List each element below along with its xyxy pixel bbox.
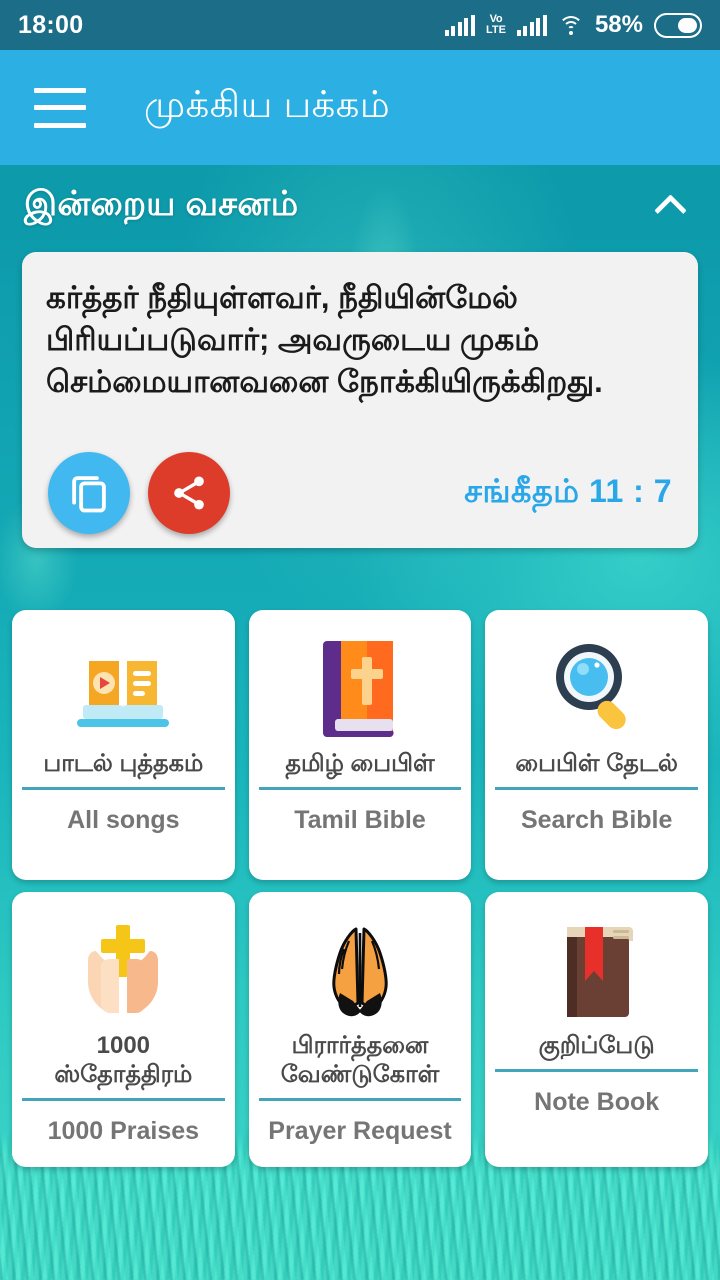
tile-label-english: Prayer Request: [268, 1116, 452, 1145]
tile-label-tamil: 1000 ஸ்தோத்திரம்: [54, 1032, 193, 1088]
app-bar: முக்கிய பக்கம்: [0, 50, 720, 165]
tile-label-english: All songs: [67, 805, 180, 834]
tile-tamil-bible[interactable]: தமிழ் பைபிள் Tamil Bible: [248, 610, 472, 880]
copy-button[interactable]: [48, 452, 130, 534]
share-icon: [174, 476, 204, 510]
tile-label-tamil: பைபிள் தேடல்: [515, 750, 678, 777]
verse-of-the-day-card: கர்த்தர் நீதியுள்ளவர், நீதியின்மேல் பிரி…: [22, 252, 698, 548]
copy-icon: [72, 476, 106, 513]
battery-icon: [654, 12, 702, 38]
volte-icon: Vo LTE: [486, 14, 506, 36]
tile-divider: [495, 786, 698, 790]
verse-text: கர்த்தர் நீதியுள்ளவர், நீதியின்மேல் பிரி…: [46, 280, 603, 400]
tile-label-english: Note Book: [534, 1087, 660, 1116]
tile-label-english: 1000 Praises: [47, 1116, 200, 1145]
notebook-bookmark-icon: [551, 912, 643, 1030]
status-clock: 18:00: [18, 10, 84, 39]
hands-holding-cross-icon: [68, 912, 178, 1030]
status-icons: Vo LTE 58%: [444, 11, 702, 39]
verse-section-title: இன்றைய வசனம்: [24, 184, 299, 223]
tile-divider: [22, 786, 225, 790]
tile-note-book[interactable]: குறிப்பேடு Note Book: [485, 892, 708, 1167]
tile-label-english: Search Bible: [520, 805, 673, 834]
tile-search-bible[interactable]: பைபிள் தேடல் Search Bible: [485, 610, 708, 880]
songbook-laptop-icon: [67, 630, 179, 748]
verse-reference: சங்கீதம் 11 : 7: [464, 472, 672, 509]
page-title: முக்கிய பக்கம்: [144, 84, 391, 125]
tile-divider: [258, 1097, 462, 1101]
tile-divider: [22, 1097, 225, 1101]
feature-grid: பாடல் புத்தகம் All songs தமிழ் பைபிள் Ta…: [12, 610, 708, 1167]
wifi-icon: [558, 15, 584, 35]
tile-label-tamil: பாடல் புத்தகம்: [43, 750, 204, 777]
tile-divider: [495, 1068, 698, 1072]
tile-label-tamil: தமிழ் பைபிள்: [285, 750, 435, 777]
hamburger-menu-icon[interactable]: [34, 87, 86, 128]
tile-prayer-request[interactable]: பிரார்த்தனை வேண்டுகோள் Prayer Request: [248, 892, 472, 1167]
verse-actions-row: சங்கீதம் 11 : 7: [22, 438, 698, 548]
tile-label-english: Tamil Bible: [294, 805, 426, 834]
signal-bars-sim1-icon: [444, 14, 475, 36]
chevron-up-icon[interactable]: [644, 180, 696, 232]
tile-1000-praises[interactable]: 1000 ஸ்தோத்திரம் 1000 Praises: [12, 892, 235, 1167]
tile-label-tamil: குறிப்பேடு: [538, 1032, 655, 1059]
tile-all-songs[interactable]: பாடல் புத்தகம் All songs: [12, 610, 235, 880]
signal-bars-sim2-icon: [516, 14, 547, 36]
app-screen: 18:00 Vo LTE 58% முக்கிய பக்கம் இன்றைய வ…: [0, 0, 720, 1280]
verse-section-header: இன்றைய வசனம்: [0, 175, 720, 237]
magnifier-search-icon: [545, 630, 649, 748]
tile-divider: [258, 786, 462, 790]
volte-label-bottom: LTE: [485, 24, 506, 36]
bible-book-cross-icon: [315, 630, 405, 748]
share-button[interactable]: [148, 452, 230, 534]
tile-label-tamil: பிரார்த்தனை வேண்டுகோள்: [280, 1032, 440, 1088]
battery-percent-label: 58%: [594, 11, 643, 38]
praying-hands-icon: [310, 912, 410, 1030]
status-bar: 18:00 Vo LTE 58%: [0, 0, 720, 50]
